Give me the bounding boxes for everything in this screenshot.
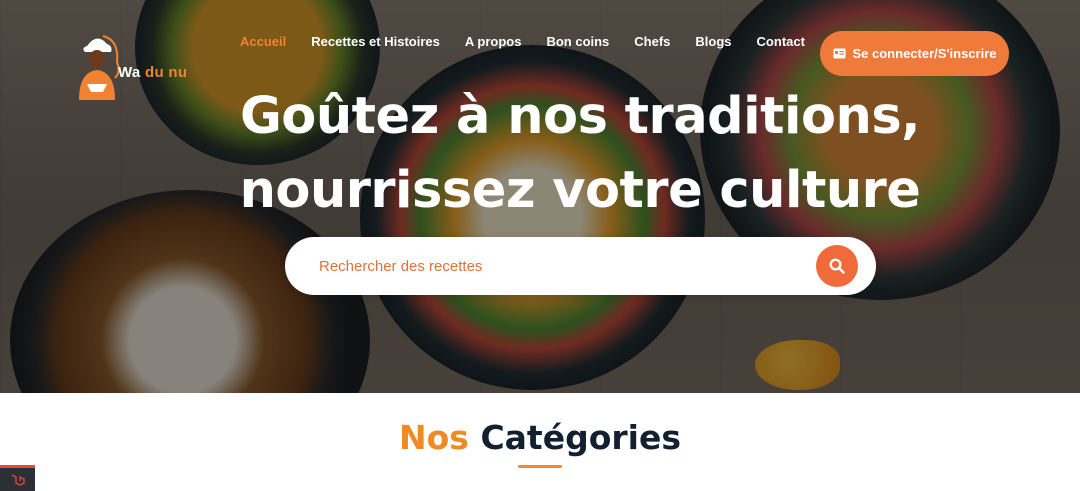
- nav-item-bon-coins[interactable]: Bon coins: [546, 34, 609, 54]
- nav-item-accueil[interactable]: Accueil: [240, 34, 286, 54]
- main-nav: Accueil Recettes et Histoires A propos B…: [240, 34, 830, 54]
- categories-title-rest: Catégories: [480, 418, 681, 457]
- login-register-button[interactable]: Se connecter/S'inscrire: [820, 31, 1009, 76]
- debug-toolbar-button[interactable]: [0, 465, 35, 491]
- brand-name: Wa du nu: [118, 64, 187, 81]
- search-bar: [285, 237, 876, 295]
- search-button[interactable]: [816, 245, 858, 287]
- title-underline: [518, 465, 562, 468]
- nav-item-contact[interactable]: Contact: [757, 34, 805, 54]
- categories-title-accent: Nos: [399, 418, 469, 457]
- nav-item-recettes[interactable]: Recettes et Histoires: [311, 34, 440, 54]
- hero-headline-line1: Goûtez à nos traditions,: [239, 87, 921, 146]
- brand-name-part1: Wa: [118, 64, 141, 81]
- hero-headline-line2: nourrissez votre culture: [239, 161, 921, 220]
- brand-name-part2: du nu: [145, 64, 188, 81]
- search-icon: [829, 258, 845, 274]
- laravel-icon: [11, 473, 25, 486]
- login-register-label: Se connecter/S'inscrire: [852, 46, 997, 61]
- nav-item-blogs[interactable]: Blogs: [695, 34, 731, 54]
- hero-headline: Goûtez à nos traditions, nourrissez votr…: [0, 80, 1080, 228]
- id-card-icon: [833, 48, 845, 59]
- nav-item-a-propos[interactable]: A propos: [465, 34, 522, 54]
- nav-item-chefs[interactable]: Chefs: [634, 34, 670, 54]
- search-input[interactable]: [319, 253, 799, 279]
- hero-section: Wa du nu Accueil Recettes et Histoires A…: [0, 0, 1080, 393]
- categories-title: Nos Catégories: [0, 418, 1080, 457]
